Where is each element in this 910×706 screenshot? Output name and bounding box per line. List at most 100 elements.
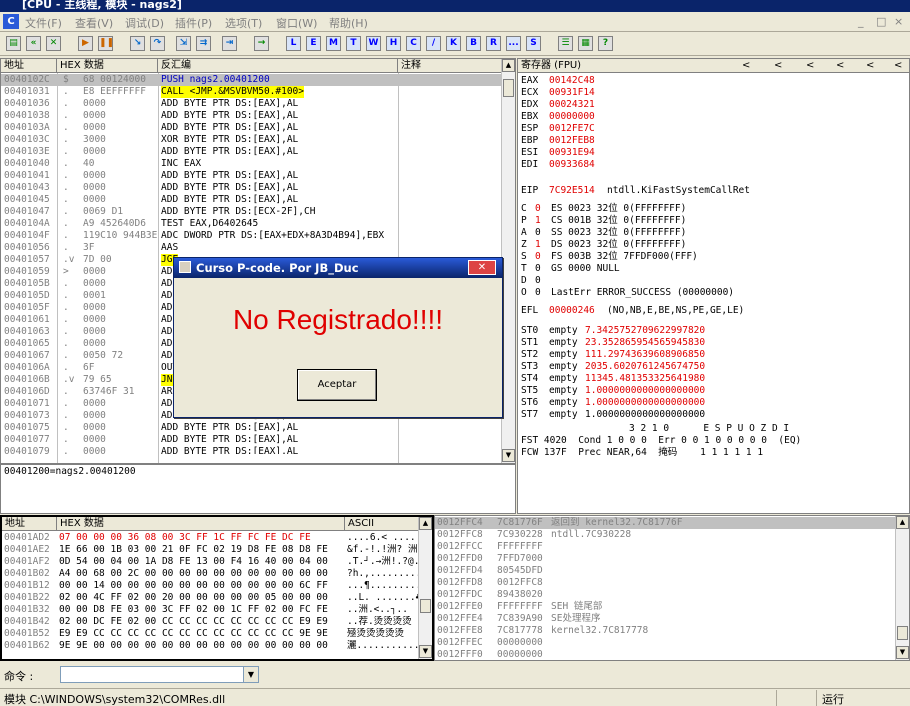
mdi-maximize-button[interactable]: □ bbox=[876, 15, 886, 28]
register-esi[interactable]: ESI 00931E94 bbox=[521, 147, 909, 159]
disasm-row[interactable]: 0040104A. A9 452640D6 TEST EAX,D6402645 bbox=[1, 218, 501, 230]
handles-window-button[interactable]: H bbox=[386, 36, 401, 51]
trace-into-icon[interactable]: ⇲ bbox=[176, 36, 191, 51]
disasm-row[interactable]: 0040104F. 119C10 944B3E ADC DWORD PTR DS:[… bbox=[1, 230, 501, 242]
dump-pane[interactable]: 地址 HEX 数据 ASCII 00401AD2 07 00 00 00 36 0… bbox=[0, 515, 434, 661]
register-ebx[interactable]: EBX 00000000 bbox=[521, 111, 909, 123]
disasm-row[interactable]: 00401040. 40 INC EAX bbox=[1, 158, 501, 170]
register-esp[interactable]: ESP 0012FE7C bbox=[521, 123, 909, 135]
disasm-row[interactable]: 00401036. 0000 ADD BYTE PTR DS:[EAX],AL bbox=[1, 98, 501, 110]
accept-button[interactable]: Aceptar bbox=[297, 369, 377, 401]
scroll-up-icon[interactable]: ▲ bbox=[502, 59, 515, 72]
flag-row[interactable]: T 0 GS 0000 NULL bbox=[521, 263, 909, 275]
step-into-icon[interactable]: ↘ bbox=[130, 36, 145, 51]
disasm-row[interactable]: 00401031. E8 EEFFFFFF CALL <JMP.&MSVBVM50.… bbox=[1, 86, 501, 98]
stack-row[interactable]: 0012FFDC 89438020 bbox=[435, 589, 895, 601]
cpu-window-button[interactable]: C bbox=[406, 36, 421, 51]
dump-row[interactable]: 00401B22 02 00 4C FF 02 00 20 00 00 00 00… bbox=[2, 592, 420, 604]
references-window-button[interactable]: R bbox=[486, 36, 501, 51]
flag-row[interactable]: D0 bbox=[521, 275, 909, 287]
mdi-close-button[interactable]: × bbox=[894, 15, 903, 28]
execute-till-return-icon[interactable]: ⇥ bbox=[222, 36, 237, 51]
source-window-button[interactable]: S bbox=[526, 36, 541, 51]
fpu-register[interactable]: ST7 empty 1.0000000000000000000 bbox=[521, 409, 909, 421]
fpu-register[interactable]: ST4 empty 11345.481353325641980 bbox=[521, 373, 909, 385]
disasm-row[interactable]: 00401077. 0000 ADD BYTE PTR DS:[EAX],AL bbox=[1, 434, 501, 446]
stack-scroll-down-icon[interactable]: ▼ bbox=[896, 646, 909, 659]
register-ebp[interactable]: EBP 0012FEB8 bbox=[521, 135, 909, 147]
stack-scroll-thumb[interactable] bbox=[897, 626, 908, 640]
disasm-row[interactable]: 0040103C. 3000 XOR BYTE PTR DS:[EAX],AL bbox=[1, 134, 501, 146]
flag-row[interactable]: S 0 FS 003B 32位 7FFDF000(FFF) bbox=[521, 251, 909, 263]
pause-icon[interactable]: ❚❚ bbox=[98, 36, 114, 51]
fpu-register[interactable]: ST3 empty 2035.6020761245674750 bbox=[521, 361, 909, 373]
stack-row[interactable]: 0012FFD0 7FFD7000 bbox=[435, 553, 895, 565]
dialog-close-button[interactable]: ✕ bbox=[468, 260, 496, 275]
flag-row[interactable]: O 0 LastErr ERROR_SUCCESS (00000000) bbox=[521, 287, 909, 299]
reg-nav-4[interactable]: < bbox=[836, 59, 844, 72]
fpu-register[interactable]: ST0 empty 7.3425752709622997820 bbox=[521, 325, 909, 337]
reg-nav-5[interactable]: < bbox=[866, 59, 874, 72]
app-icon[interactable]: C bbox=[3, 14, 19, 29]
dump-row[interactable]: 00401B02 A4 00 68 00 2C 00 00 00 00 00 00… bbox=[2, 568, 420, 580]
patches-window-button[interactable]: / bbox=[426, 36, 441, 51]
register-efl[interactable]: EFL 00000246 (NO,NB,E,BE,NS,PE,GE,LE) bbox=[521, 305, 909, 317]
grid-icon[interactable]: ▦ bbox=[578, 36, 593, 51]
restart-icon[interactable]: « bbox=[26, 36, 41, 51]
fpu-register[interactable]: ST6 empty 1.0000000000000000000 bbox=[521, 397, 909, 409]
stack-row[interactable]: 0012FFE4 7C839A90 SE处理程序 bbox=[435, 613, 895, 625]
stack-scrollbar[interactable]: ▲ ▼ bbox=[895, 516, 909, 660]
stack-row[interactable]: 0012FFEC 00000000 bbox=[435, 637, 895, 649]
stack-row[interactable]: 0012FFC8 7C930228 ntdll.7C930228 bbox=[435, 529, 895, 541]
disasm-row[interactable]: 00401043. 0000 ADD BYTE PTR DS:[EAX],AL bbox=[1, 182, 501, 194]
menu-view[interactable]: 查看(V) bbox=[75, 15, 113, 31]
command-dropdown-icon[interactable]: ▼ bbox=[243, 666, 259, 683]
col-header-hex[interactable]: HEX 数据 bbox=[57, 59, 158, 73]
register-edi[interactable]: EDI 00933684 bbox=[521, 159, 909, 171]
dump-col-ascii[interactable]: ASCII bbox=[345, 517, 421, 531]
dump-row[interactable]: 00401B42 02 00 DC FE 02 00 CC CC CC CC CC… bbox=[2, 616, 420, 628]
dump-row[interactable]: 00401AE2 1E 66 00 1B 03 00 21 0F FC 02 19… bbox=[2, 544, 420, 556]
dump-col-hex[interactable]: HEX 数据 bbox=[57, 517, 345, 531]
mdi-minimize-button[interactable]: _ bbox=[858, 15, 864, 28]
disasm-row[interactable]: 0040102C $68 00124000 PUSH nags2.00401200 bbox=[1, 74, 501, 86]
fst-line[interactable]: FST 4020 Cond 1 0 0 0 Err 0 0 1 0 0 0 0 … bbox=[521, 435, 801, 447]
dump-rows[interactable]: 00401AD2 07 00 00 00 36 08 00 3C FF 1C FF… bbox=[2, 532, 420, 659]
flag-row[interactable]: Z 1 DS 0023 32位 0(FFFFFFFF) bbox=[521, 239, 909, 251]
register-edx[interactable]: EDX 00024321 bbox=[521, 99, 909, 111]
log-window-button[interactable]: L bbox=[286, 36, 301, 51]
stack-row[interactable]: 0012FFD4 80545DFD bbox=[435, 565, 895, 577]
fcw-line[interactable]: FCW 137F Prec NEAR,64 掩码 1 1 1 1 1 1 bbox=[521, 447, 763, 459]
menu-options[interactable]: 选项(T) bbox=[225, 15, 262, 31]
menu-debug[interactable]: 调试(D) bbox=[125, 15, 164, 31]
stack-rows[interactable]: 0012FFC4 7C81776F 返回到 kernel32.7C81776F 001… bbox=[435, 517, 895, 659]
open-icon[interactable]: ▤ bbox=[6, 36, 21, 51]
register-ecx[interactable]: ECX 00931F14 bbox=[521, 87, 909, 99]
dump-col-address[interactable]: 地址 bbox=[2, 517, 57, 531]
menu-file[interactable]: 文件(F) bbox=[25, 15, 62, 31]
dump-scroll-thumb[interactable] bbox=[420, 599, 431, 613]
disasm-row[interactable]: 00401045. 0000 ADD BYTE PTR DS:[EAX],AL bbox=[1, 194, 501, 206]
breakpoints-window-button[interactable]: B bbox=[466, 36, 481, 51]
call-stack-window-button[interactable]: K bbox=[446, 36, 461, 51]
run-icon[interactable]: ▶ bbox=[78, 36, 93, 51]
modules-window-button[interactable]: E bbox=[306, 36, 321, 51]
flag-row[interactable]: A 0 SS 0023 32位 0(FFFFFFFF) bbox=[521, 227, 909, 239]
stack-row[interactable]: 0012FFC4 7C81776F 返回到 kernel32.7C81776F bbox=[435, 517, 895, 529]
stack-row[interactable]: 0012FFE8 7C817778 kernel32.7C817778 bbox=[435, 625, 895, 637]
trace-over-icon[interactable]: ⇉ bbox=[196, 36, 211, 51]
disasm-row[interactable]: 00401047. 0069 D1 ADD BYTE PTR DS:[ECX-2F]… bbox=[1, 206, 501, 218]
fpu-register[interactable]: ST2 empty 111.29743639608906850 bbox=[521, 349, 909, 361]
dump-row[interactable]: 00401B12 00 00 14 00 00 00 00 00 00 00 00… bbox=[2, 580, 420, 592]
dump-row[interactable]: 00401AD2 07 00 00 00 36 08 00 3C FF 1C FF… bbox=[2, 532, 420, 544]
reg-nav-3[interactable]: < bbox=[806, 59, 814, 72]
register-eip[interactable]: EIP 7C92E514 ntdll.KiFastSystemCallRet bbox=[521, 185, 909, 197]
flag-row[interactable]: P 1 CS 001B 32位 0(FFFFFFFF) bbox=[521, 215, 909, 227]
fpu-register[interactable]: ST5 empty 1.0000000000000000000 bbox=[521, 385, 909, 397]
stack-row[interactable]: 0012FFF0 00000000 bbox=[435, 649, 895, 659]
disasm-row[interactable]: 00401038. 0000 ADD BYTE PTR DS:[EAX],AL bbox=[1, 110, 501, 122]
run-trace-window-button[interactable]: ... bbox=[506, 36, 521, 51]
stack-row[interactable]: 0012FFE0 FFFFFFFF SEH 链尾部 bbox=[435, 601, 895, 613]
list-icon[interactable]: ☰ bbox=[558, 36, 573, 51]
disasm-row[interactable]: 0040103E. 0000 ADD BYTE PTR DS:[EAX],AL bbox=[1, 146, 501, 158]
